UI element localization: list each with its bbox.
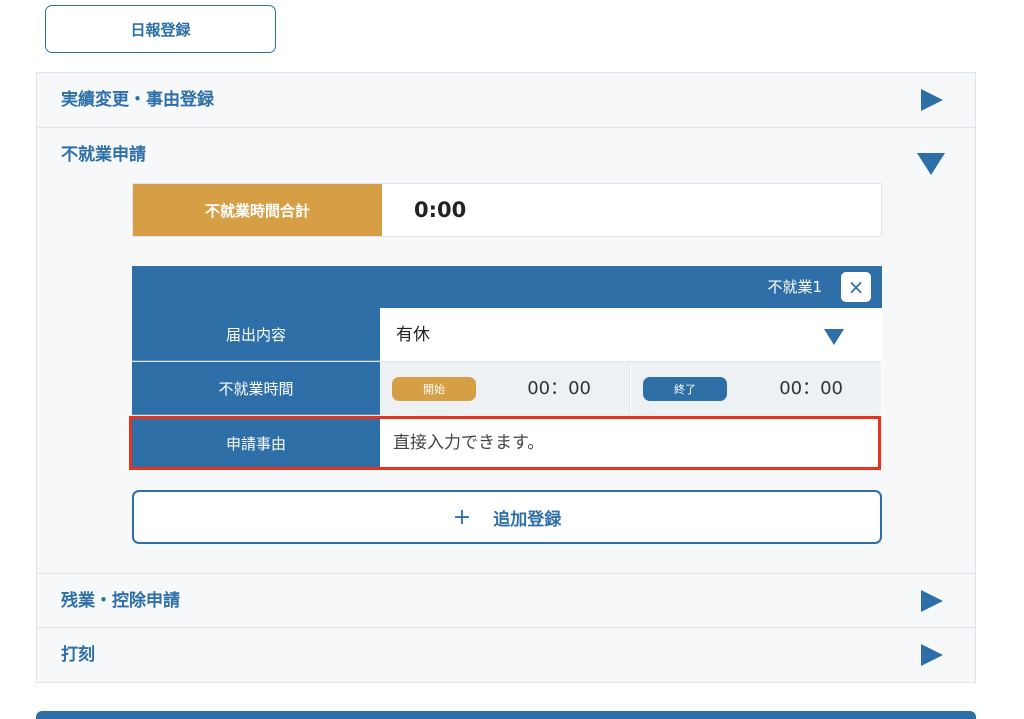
notification-value: 有休 [396,325,430,345]
absence-time-label: 不就業時間 [132,362,380,415]
accordion-label: 残業・控除申請 [61,591,180,611]
bottom-action-bar[interactable] [36,711,976,719]
triangle-right-icon [921,590,943,612]
end-time-field[interactable]: 終了 00：00 [631,362,881,416]
notification-label: 届出内容 [132,308,380,361]
daily-report-button[interactable]: 日報登録 [45,5,276,53]
absence-total-label: 不就業時間合計 [133,184,382,236]
triangle-right-icon [921,89,943,111]
accordion-label: 不就業申請 [61,145,146,165]
accordion-header-overtime[interactable]: 残業・控除申請 [37,573,975,628]
add-registration-label: 追加登録 [493,509,562,530]
absence-time-row: 不就業時間 開始 00：00 終了 00：00 [132,362,882,416]
reason-input[interactable] [380,419,878,467]
reason-row: 申請事由 [129,416,881,470]
plus-icon: + [452,504,472,530]
triangle-right-icon [921,644,943,666]
absence-total-value: 0:00 [414,198,467,222]
start-badge: 開始 [392,377,476,401]
absence-total-row: 不就業時間合計 0:00 [132,183,882,237]
start-time-value: 00：00 [527,378,591,399]
close-icon[interactable]: × [841,272,871,302]
notification-select[interactable]: 有休 [380,308,882,361]
accordion-label: 打刻 [61,645,95,665]
end-badge: 終了 [643,377,727,401]
notification-row: 届出内容 有休 [132,308,882,362]
chevron-down-icon [824,329,844,345]
absence-card-header: 不就業1 × [132,266,882,308]
add-registration-button[interactable]: + 追加登録 [132,490,882,544]
end-time-value: 00：00 [779,378,843,399]
start-time-field[interactable]: 開始 00：00 [380,362,630,416]
accordion-label: 実績変更・事由登録 [61,90,214,110]
absence-time-body: 開始 00：00 終了 00：00 [380,362,882,416]
accordion-panel: 実績変更・事由登録 不就業申請 不就業時間合計 0:00 不就業1 × 届出内容… [36,72,976,683]
triangle-down-icon [917,153,945,175]
absence-card-title: 不就業1 [767,278,822,296]
accordion-header-result-change[interactable]: 実績変更・事由登録 [37,73,975,128]
reason-label: 申請事由 [132,419,380,467]
accordion-header-punch[interactable]: 打刻 [37,628,975,683]
absence-card: 不就業1 × 届出内容 有休 不就業時間 開始 00：00 終了 00：00 申… [129,266,882,470]
accordion-header-absence[interactable]: 不就業申請 [37,128,975,183]
